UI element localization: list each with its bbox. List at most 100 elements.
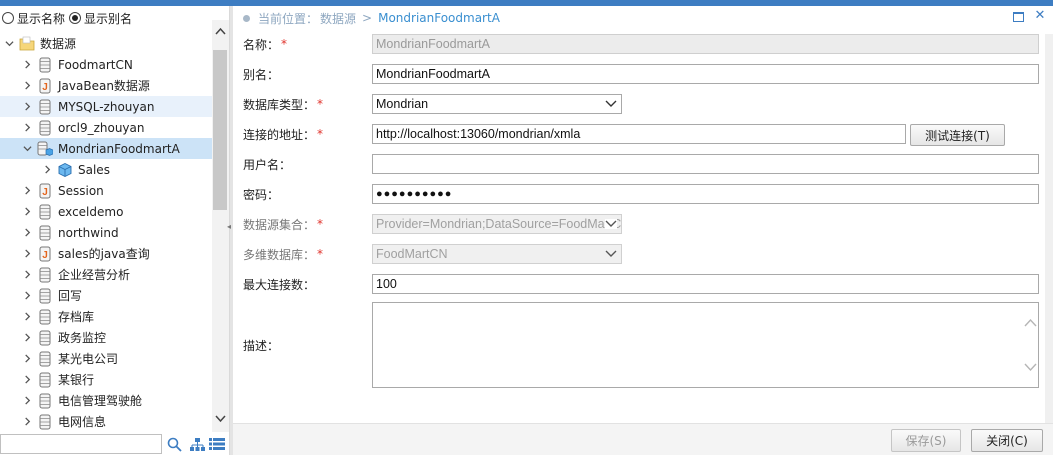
svg-text:J: J bbox=[42, 82, 48, 93]
close-button[interactable]: 关闭(C) bbox=[971, 429, 1043, 452]
chevron-right-icon[interactable] bbox=[22, 228, 32, 238]
breadcrumb-separator: > bbox=[362, 11, 373, 25]
database-icon bbox=[37, 287, 53, 305]
tree-item[interactable]: 电网信息 bbox=[0, 411, 212, 432]
chevron-right-icon[interactable] bbox=[22, 375, 32, 385]
chevron-right-icon[interactable] bbox=[22, 102, 32, 112]
database-icon bbox=[37, 308, 53, 326]
display-mode-radio-group: 显示名称 显示别名 bbox=[2, 9, 136, 27]
tree-item[interactable]: 存档库 bbox=[0, 306, 212, 327]
chevron-down-icon[interactable] bbox=[4, 39, 14, 49]
maximize-icon[interactable] bbox=[1013, 12, 1024, 22]
tree-item[interactable]: J Session bbox=[0, 180, 212, 201]
alias-field[interactable]: MondrianFoodmartA bbox=[372, 64, 1039, 84]
chevron-right-icon[interactable] bbox=[42, 165, 52, 175]
chevron-down-icon[interactable] bbox=[605, 99, 617, 109]
tree-item-label: 回写 bbox=[58, 289, 83, 303]
chevron-right-icon[interactable] bbox=[22, 60, 32, 70]
tree-item-label: 政务监控 bbox=[58, 331, 107, 345]
chevron-down-icon[interactable] bbox=[22, 144, 32, 154]
chevron-right-icon[interactable] bbox=[22, 396, 32, 406]
form-scrollbar[interactable] bbox=[1045, 34, 1053, 423]
save-button[interactable]: 保存(S) bbox=[891, 429, 961, 452]
name-field[interactable]: MondrianFoodmartA bbox=[372, 34, 1039, 54]
tree-root[interactable]: 数据源 bbox=[0, 33, 212, 54]
tree-item[interactable]: orcl9_zhouyan bbox=[0, 117, 212, 138]
breadcrumb-current: MondrianFoodmartA bbox=[378, 11, 500, 25]
chevron-down-icon[interactable] bbox=[605, 219, 617, 229]
chevron-right-icon[interactable] bbox=[22, 312, 32, 322]
datasource-set-label: 数据源集合： * bbox=[243, 217, 324, 232]
tree-item-label: 存档库 bbox=[58, 310, 95, 324]
scroll-down-icon[interactable] bbox=[1024, 361, 1037, 373]
database-icon bbox=[37, 224, 53, 242]
scroll-up-icon[interactable] bbox=[1024, 317, 1037, 329]
maxconn-field[interactable]: 100 bbox=[372, 274, 1039, 294]
tree-view-icon[interactable] bbox=[189, 436, 205, 452]
tree-item-label: 电网信息 bbox=[58, 415, 107, 429]
cube-database-icon bbox=[37, 140, 53, 158]
name-label: 名称： * bbox=[243, 37, 288, 52]
chevron-right-icon[interactable] bbox=[22, 417, 32, 427]
chevron-right-icon[interactable] bbox=[22, 249, 32, 259]
chevron-down-icon[interactable] bbox=[605, 249, 617, 259]
chevron-right-icon[interactable] bbox=[22, 354, 32, 364]
chevron-right-icon[interactable] bbox=[22, 81, 32, 91]
datasource-tree: 数据源 FoodmartCN J JavaBean数据源 MYSQL-zhouyan o… bbox=[0, 33, 212, 432]
chevron-right-icon[interactable] bbox=[22, 291, 32, 301]
tree-item[interactable]: 企业经营分析 bbox=[0, 264, 212, 285]
username-field[interactable] bbox=[372, 154, 1039, 174]
chevron-right-icon[interactable] bbox=[22, 186, 32, 196]
dbtype-select[interactable]: Mondrian bbox=[372, 94, 622, 114]
tree-item[interactable]: 某银行 bbox=[0, 369, 212, 390]
scroll-up-icon[interactable] bbox=[214, 24, 227, 38]
show-alias-radio[interactable] bbox=[69, 12, 82, 24]
tree-item[interactable]: FoodmartCN bbox=[0, 54, 212, 75]
datasource-set-select[interactable]: Provider=Mondrian;DataSource=FoodMartC bbox=[372, 214, 622, 234]
search-icon[interactable] bbox=[166, 436, 182, 452]
scroll-thumb[interactable] bbox=[213, 50, 227, 210]
password-field[interactable]: ●●●●●●●●●● bbox=[372, 184, 1039, 204]
tree-item[interactable]: MondrianFoodmartA bbox=[0, 138, 212, 159]
database-icon bbox=[37, 56, 53, 74]
scroll-down-icon[interactable] bbox=[214, 412, 227, 426]
tree-item[interactable]: Jsales的java查询 bbox=[0, 243, 212, 264]
close-icon[interactable]: ✕ bbox=[1033, 9, 1047, 23]
tree-item[interactable]: Sales bbox=[0, 159, 212, 180]
tree-item[interactable]: MYSQL-zhouyan bbox=[0, 96, 212, 117]
tree-item-label: 电信管理驾驶舱 bbox=[58, 394, 143, 408]
tree-item-label: 某银行 bbox=[58, 373, 95, 387]
database-icon bbox=[37, 98, 53, 116]
tree-search-input[interactable] bbox=[0, 434, 162, 454]
chevron-right-icon[interactable] bbox=[22, 333, 32, 343]
alias-label: 别名： bbox=[243, 67, 280, 82]
show-alias-label[interactable]: 显示别名 bbox=[84, 10, 132, 27]
test-connection-button[interactable]: 测试连接(T) bbox=[910, 124, 1005, 146]
tree-item[interactable]: 回写 bbox=[0, 285, 212, 306]
tree-item[interactable]: northwind bbox=[0, 222, 212, 243]
java-icon: J bbox=[37, 182, 53, 200]
tree-item-label: northwind bbox=[58, 225, 119, 240]
tree-item[interactable]: 政务监控 bbox=[0, 327, 212, 348]
chevron-right-icon[interactable] bbox=[22, 123, 32, 133]
tree-item[interactable]: 电信管理驾驶舱 bbox=[0, 390, 212, 411]
breadcrumb-parent[interactable]: 数据源 bbox=[320, 10, 356, 27]
cube-db-select[interactable]: FoodMartCN bbox=[372, 244, 622, 264]
show-name-radio[interactable] bbox=[2, 12, 14, 24]
tree-item[interactable]: 某光电公司 bbox=[0, 348, 212, 369]
list-view-icon[interactable] bbox=[209, 436, 225, 452]
show-name-label[interactable]: 显示名称 bbox=[17, 10, 65, 27]
breadcrumb: 当前位置： 数据源 > MondrianFoodmartA bbox=[243, 10, 500, 26]
collapse-handle-icon[interactable]: ◂ bbox=[227, 222, 232, 234]
description-textarea[interactable] bbox=[372, 302, 1039, 388]
cube-db-value: FoodMartCN bbox=[376, 247, 448, 261]
database-icon bbox=[37, 266, 53, 284]
url-field[interactable]: http://localhost:13060/mondrian/xmla bbox=[372, 124, 906, 144]
datasource-set-value: Provider=Mondrian;DataSource=FoodMartC bbox=[376, 217, 622, 231]
tree-item-label: 企业经营分析 bbox=[58, 268, 131, 282]
tree-item[interactable]: exceldemo bbox=[0, 201, 212, 222]
tree-item[interactable]: J JavaBean数据源 bbox=[0, 75, 212, 96]
chevron-right-icon[interactable] bbox=[22, 207, 32, 217]
chevron-right-icon[interactable] bbox=[22, 270, 32, 280]
breadcrumb-dot-icon bbox=[243, 14, 250, 22]
